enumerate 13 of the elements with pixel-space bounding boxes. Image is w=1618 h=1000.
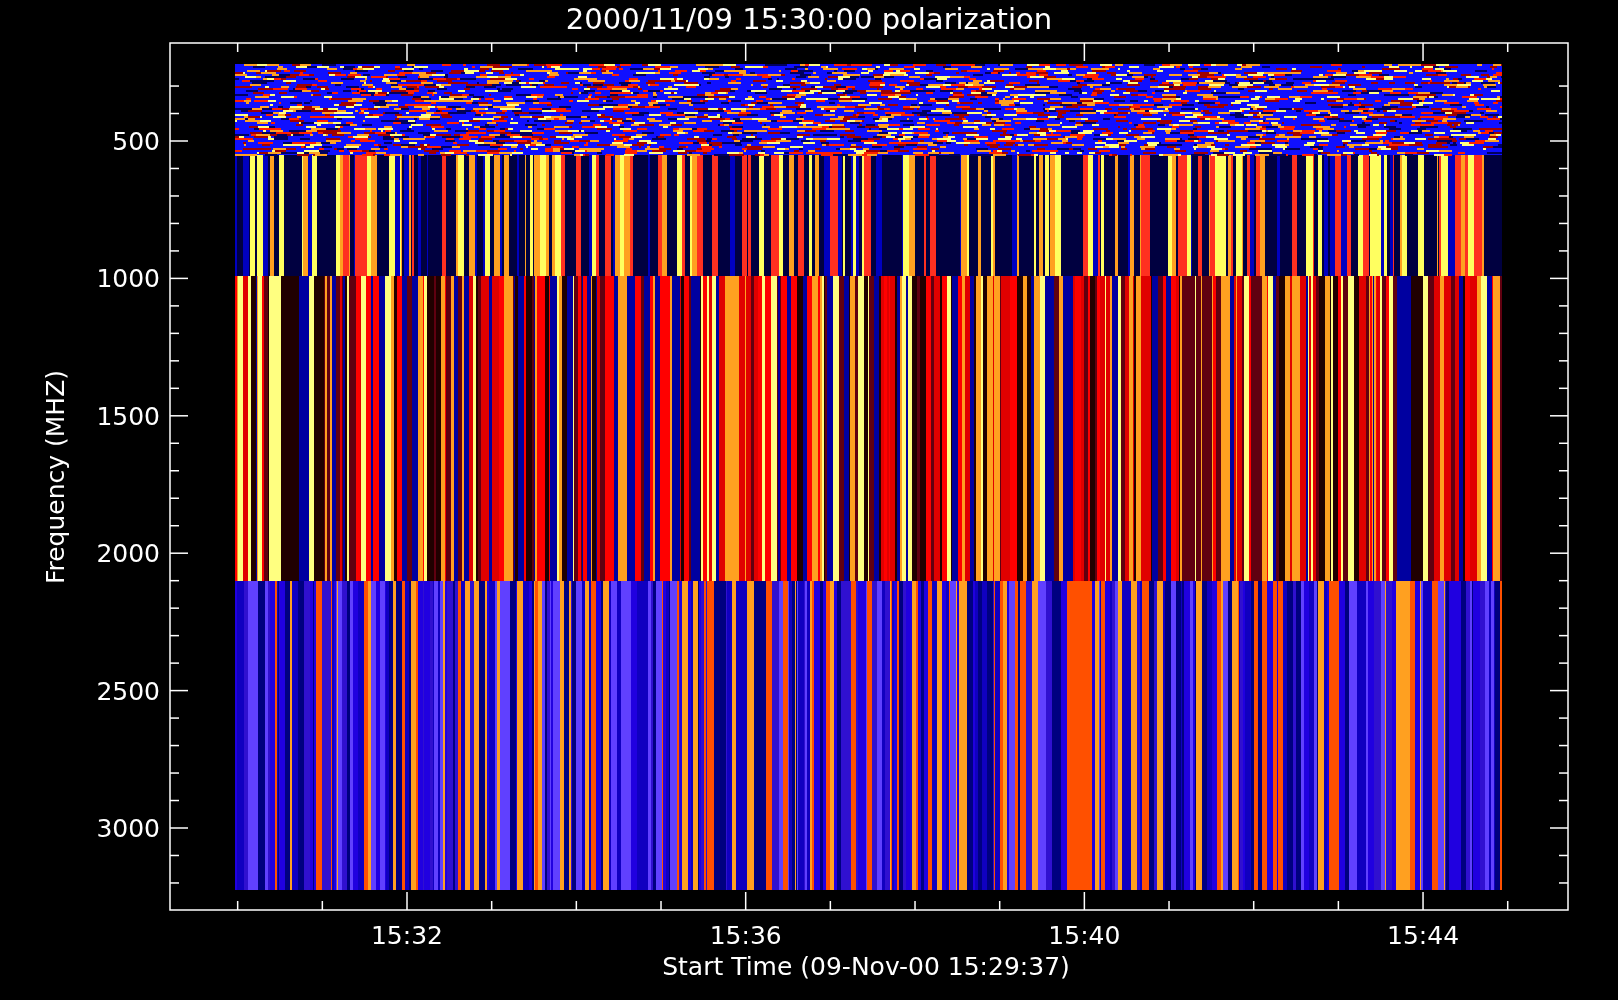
y-axis-title: Frequency (MHZ) bbox=[41, 369, 70, 585]
y-tick-label: 1000 bbox=[96, 264, 160, 294]
y-tick-label: 3000 bbox=[96, 814, 160, 843]
chart-title: 2000/11/09 15:30:00 polarization bbox=[565, 2, 1053, 36]
y-tick-label: 500 bbox=[112, 127, 160, 156]
y-tick-label: 1500 bbox=[96, 401, 160, 431]
y-tick-label: 2500 bbox=[96, 676, 160, 706]
y-tick-label: 2000 bbox=[96, 539, 160, 569]
x-axis-title: Start Time (09-Nov-00 15:29:37) bbox=[662, 952, 1070, 981]
x-tick-label: 15:40 bbox=[1048, 921, 1121, 950]
x-tick-label: 15:36 bbox=[709, 921, 782, 950]
x-tick-label: 15:44 bbox=[1387, 921, 1460, 950]
x-tick-label: 15:32 bbox=[371, 921, 443, 950]
